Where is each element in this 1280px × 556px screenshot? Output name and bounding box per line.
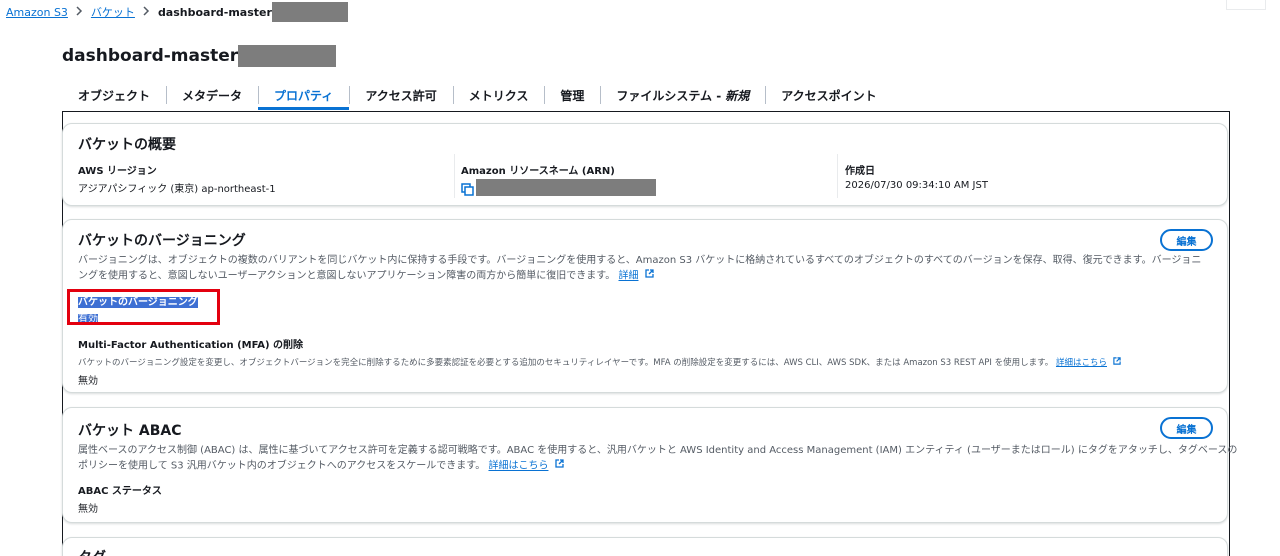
tab-management[interactable]: 管理 xyxy=(544,80,600,110)
bucket-overview-card: バケットの概要 AWS リージョン アジアパシフィック (東京) ap-nort… xyxy=(62,123,1228,206)
abac-edit-button[interactable]: 編集 xyxy=(1160,417,1213,439)
chevron-right-icon xyxy=(143,5,150,19)
mfa-learn-more-link[interactable]: 詳細はこちら xyxy=(1056,358,1107,368)
copy-icon[interactable] xyxy=(461,181,474,196)
tab-permissions[interactable]: アクセス許可 xyxy=(349,80,452,110)
abac-desc-line2: ポリシーを使用して S3 汎用バケット内のオブジェクトへのアクセスをスケールでき… xyxy=(78,460,486,472)
column-divider xyxy=(454,154,455,198)
abac-status-value: 無効 xyxy=(78,504,98,515)
external-link-icon xyxy=(555,458,564,473)
arn-label: Amazon リソースネーム (ARN) xyxy=(461,166,615,177)
redacted-block xyxy=(271,2,348,22)
tab-file-system[interactable]: ファイルシステム - 新規 xyxy=(600,80,765,110)
page-title: dashboard-master xyxy=(62,44,337,68)
column-divider xyxy=(837,154,838,198)
tab-metrics[interactable]: メトリクス xyxy=(452,80,545,110)
bucket-abac-card: バケット ABAC 編集 属性ベースのアクセス制御 (ABAC) は、属性に基づ… xyxy=(62,407,1238,523)
region-field: AWS リージョン アジアパシフィック (東京) ap-northeast-1 xyxy=(78,162,276,195)
tab-objects[interactable]: オブジェクト xyxy=(62,80,166,110)
created-value: 2026/07/30 09:34:10 AM JST xyxy=(845,180,988,191)
tab-metadata[interactable]: メタデータ xyxy=(166,80,258,110)
mfa-description: バケットのバージョニング設定を変更し、オブジェクトバージョンを完全に削除するため… xyxy=(78,358,1054,368)
external-link-icon xyxy=(1113,357,1121,368)
tab-label: オブジェクト xyxy=(78,88,151,103)
arn-field: Amazon リソースネーム (ARN) xyxy=(461,162,656,196)
tab-access-points[interactable]: アクセスポイント xyxy=(765,80,892,110)
versioning-desc-line1: バージョニングは、オブジェクトの複数のバリアントを同じバケット内に保持する手段で… xyxy=(78,255,1202,266)
tab-label: ファイルシステム - xyxy=(616,88,722,103)
tab-properties[interactable]: プロパティ xyxy=(258,80,350,110)
breadcrumb-buckets[interactable]: バケット xyxy=(91,4,135,20)
region-value: アジアパシフィック (東京) ap-northeast-1 xyxy=(78,184,276,195)
top-right-control xyxy=(1226,0,1266,10)
abac-description: 属性ベースのアクセス制御 (ABAC) は、属性に基づいてアクセス許可を定義する… xyxy=(78,443,1238,474)
versioning-learn-more-link[interactable]: 詳細 xyxy=(619,271,639,282)
mfa-label: Multi-Factor Authentication (MFA) の削除 xyxy=(78,340,304,351)
redacted-block xyxy=(238,45,337,67)
overview-title: バケットの概要 xyxy=(78,137,176,153)
breadcrumb: Amazon S3 バケット dashboard-master xyxy=(6,2,348,22)
mfa-value: 無効 xyxy=(78,376,98,387)
tags-title: タグ xyxy=(78,547,106,556)
breadcrumb-amazon-s3[interactable]: Amazon S3 xyxy=(6,6,68,19)
external-link-icon xyxy=(645,268,654,283)
abac-status-label: ABAC ステータス xyxy=(78,486,162,497)
tab-label: アクセス許可 xyxy=(365,88,437,103)
page-title-text: dashboard-master xyxy=(62,46,239,66)
created-field: 作成日 2026/07/30 09:34:10 AM JST xyxy=(845,162,988,191)
tags-card: タグ xyxy=(62,537,1228,556)
abac-desc-line1: 属性ベースのアクセス制御 (ABAC) は、属性に基づいてアクセス許可を定義する… xyxy=(78,445,1238,456)
region-label: AWS リージョン xyxy=(78,166,157,177)
tab-label: アクセスポイント xyxy=(781,88,877,103)
mfa-delete-field: Multi-Factor Authentication (MFA) の削除 バケ… xyxy=(78,336,1218,387)
tab-label: 管理 xyxy=(560,88,585,103)
versioning-desc-line2: ングを使用すると、意図しないユーザーアクションと意図しないアプリケーション障害の… xyxy=(78,270,616,282)
versioning-edit-button[interactable]: 編集 xyxy=(1160,229,1213,251)
redacted-block xyxy=(476,179,656,196)
chevron-right-icon xyxy=(76,5,83,19)
tab-bar: オブジェクト メタデータ プロパティ アクセス許可 メトリクス 管理 ファイルシ… xyxy=(62,80,893,110)
tab-label: プロパティ xyxy=(274,88,334,103)
breadcrumb-current: dashboard-master xyxy=(157,5,272,19)
bucket-versioning-card: バケットのバージョニング 編集 バージョニングは、オブジェクトの複数のバリアント… xyxy=(62,219,1228,393)
created-label: 作成日 xyxy=(845,166,875,177)
annotation-highlight-box xyxy=(67,289,220,325)
new-badge: 新規 xyxy=(725,88,750,103)
tab-label: メトリクス xyxy=(468,88,529,103)
abac-status-field: ABAC ステータス 無効 xyxy=(78,482,162,515)
abac-title: バケット ABAC xyxy=(78,423,182,439)
versioning-title: バケットのバージョニング xyxy=(78,233,246,249)
tab-label: メタデータ xyxy=(182,88,243,103)
abac-learn-more-link[interactable]: 詳細はこちら xyxy=(488,461,548,472)
versioning-description: バージョニングは、オブジェクトの複数のバリアントを同じバケット内に保持する手段で… xyxy=(78,253,1218,284)
